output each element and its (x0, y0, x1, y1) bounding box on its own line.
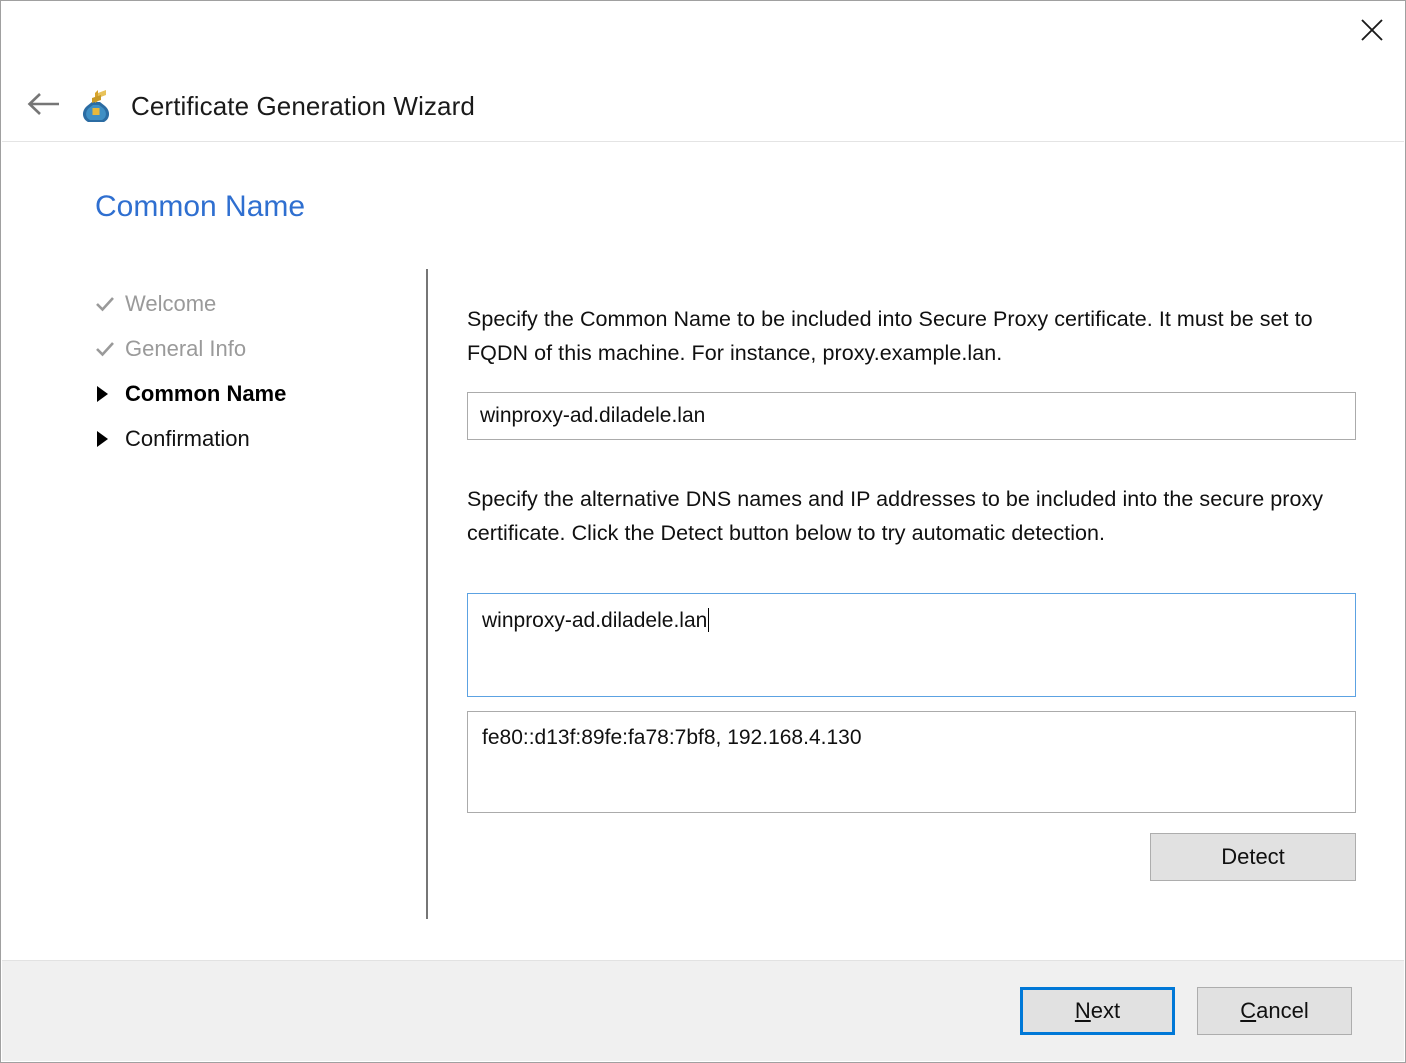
cancel-label-rest: ancel (1256, 998, 1309, 1023)
next-accel-letter: N (1074, 998, 1091, 1023)
text-caret (708, 608, 710, 632)
certificate-wizard-icon (79, 89, 113, 123)
cancel-accel-letter: C (1240, 998, 1257, 1023)
step-list: Welcome General Info Common Name Confirm… (95, 281, 395, 461)
step-label: Welcome (125, 290, 217, 316)
cancel-button[interactable]: Cancel (1197, 987, 1352, 1035)
alt-names-textarea[interactable]: winproxy-ad.diladele.lan (467, 593, 1356, 697)
common-name-help-text: Specify the Common Name to be included i… (467, 307, 1313, 365)
step-label: Confirmation (125, 425, 250, 451)
back-button[interactable] (15, 82, 71, 130)
step-label: General Info (125, 335, 247, 361)
common-name-input[interactable] (467, 392, 1356, 440)
window-title: Certificate Generation Wizard (131, 90, 475, 121)
detect-button[interactable]: Detect (1150, 833, 1356, 881)
check-icon (95, 340, 125, 358)
title-bar (1, 1, 1405, 71)
alt-names-value: winproxy-ad.diladele.lan (482, 609, 708, 632)
close-button[interactable] (1340, 2, 1404, 58)
pane-divider (426, 269, 428, 919)
footer-button-group: Next Cancel (1020, 987, 1352, 1035)
triangle-icon (95, 385, 125, 403)
check-icon (95, 295, 125, 313)
wizard-header: Certificate Generation Wizard (1, 71, 1405, 141)
wizard-body: Common Name Welcome General Info Common … (2, 142, 1404, 961)
step-item-confirmation[interactable]: Confirmation (95, 416, 395, 461)
back-arrow-icon (26, 91, 60, 122)
step-item-common-name[interactable]: Common Name (95, 371, 395, 416)
page-title: Common Name (95, 190, 306, 223)
next-button[interactable]: Next (1020, 987, 1175, 1035)
detected-addresses-textarea[interactable]: fe80::d13f:89fe:fa78:7bf8, 192.168.4.130 (467, 711, 1356, 813)
wizard-footer: Next Cancel (2, 960, 1404, 1061)
step-item-welcome[interactable]: Welcome (95, 281, 395, 326)
close-icon (1359, 17, 1385, 43)
next-label-rest: ext (1090, 998, 1121, 1023)
step-label: Common Name (125, 380, 287, 406)
detected-addresses-value: fe80::d13f:89fe:fa78:7bf8, 192.168.4.130 (482, 726, 862, 749)
triangle-icon (95, 430, 125, 448)
alt-names-help-text: Specify the alternative DNS names and IP… (467, 487, 1324, 545)
step-item-general-info[interactable]: General Info (95, 326, 395, 371)
wizard-window: Certificate Generation Wizard Common Nam… (0, 0, 1406, 1063)
